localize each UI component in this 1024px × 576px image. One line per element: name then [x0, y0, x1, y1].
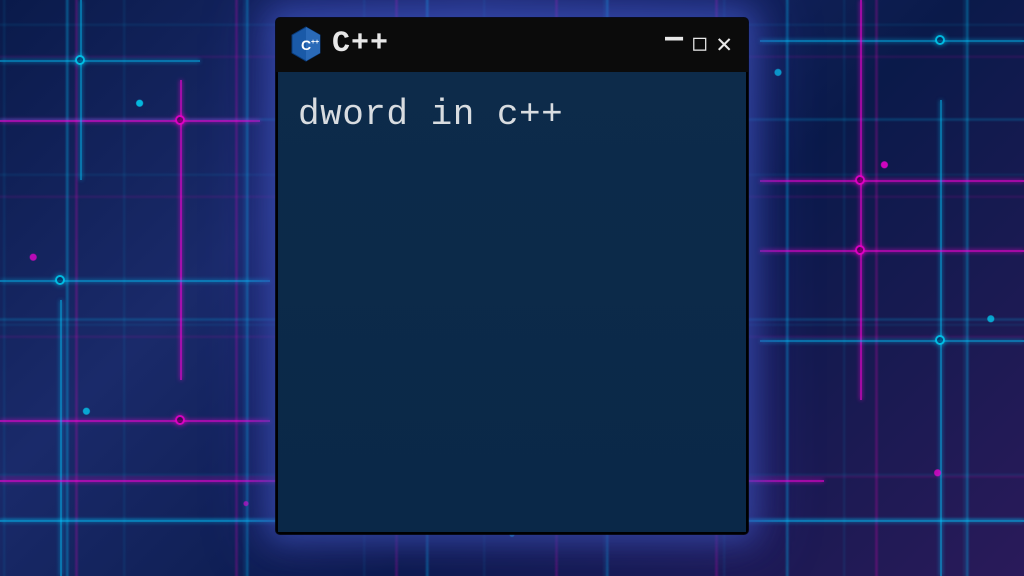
close-button[interactable]: ✕	[714, 29, 734, 59]
titlebar[interactable]: C + + C++ — □ ✕	[276, 18, 748, 72]
window-controls: — □ ✕	[663, 27, 734, 61]
window-title: C++	[332, 27, 653, 61]
cpp-icon: C + +	[290, 26, 322, 62]
maximize-button[interactable]: □	[691, 31, 708, 57]
svg-text:C: C	[301, 37, 311, 53]
minimize-button[interactable]: —	[663, 21, 685, 55]
svg-text:+: +	[315, 39, 319, 46]
terminal-body[interactable]: dword in c++	[276, 72, 748, 534]
terminal-window: C + + C++ — □ ✕ dword in c++	[276, 18, 748, 534]
terminal-content: dword in c++	[298, 94, 726, 135]
